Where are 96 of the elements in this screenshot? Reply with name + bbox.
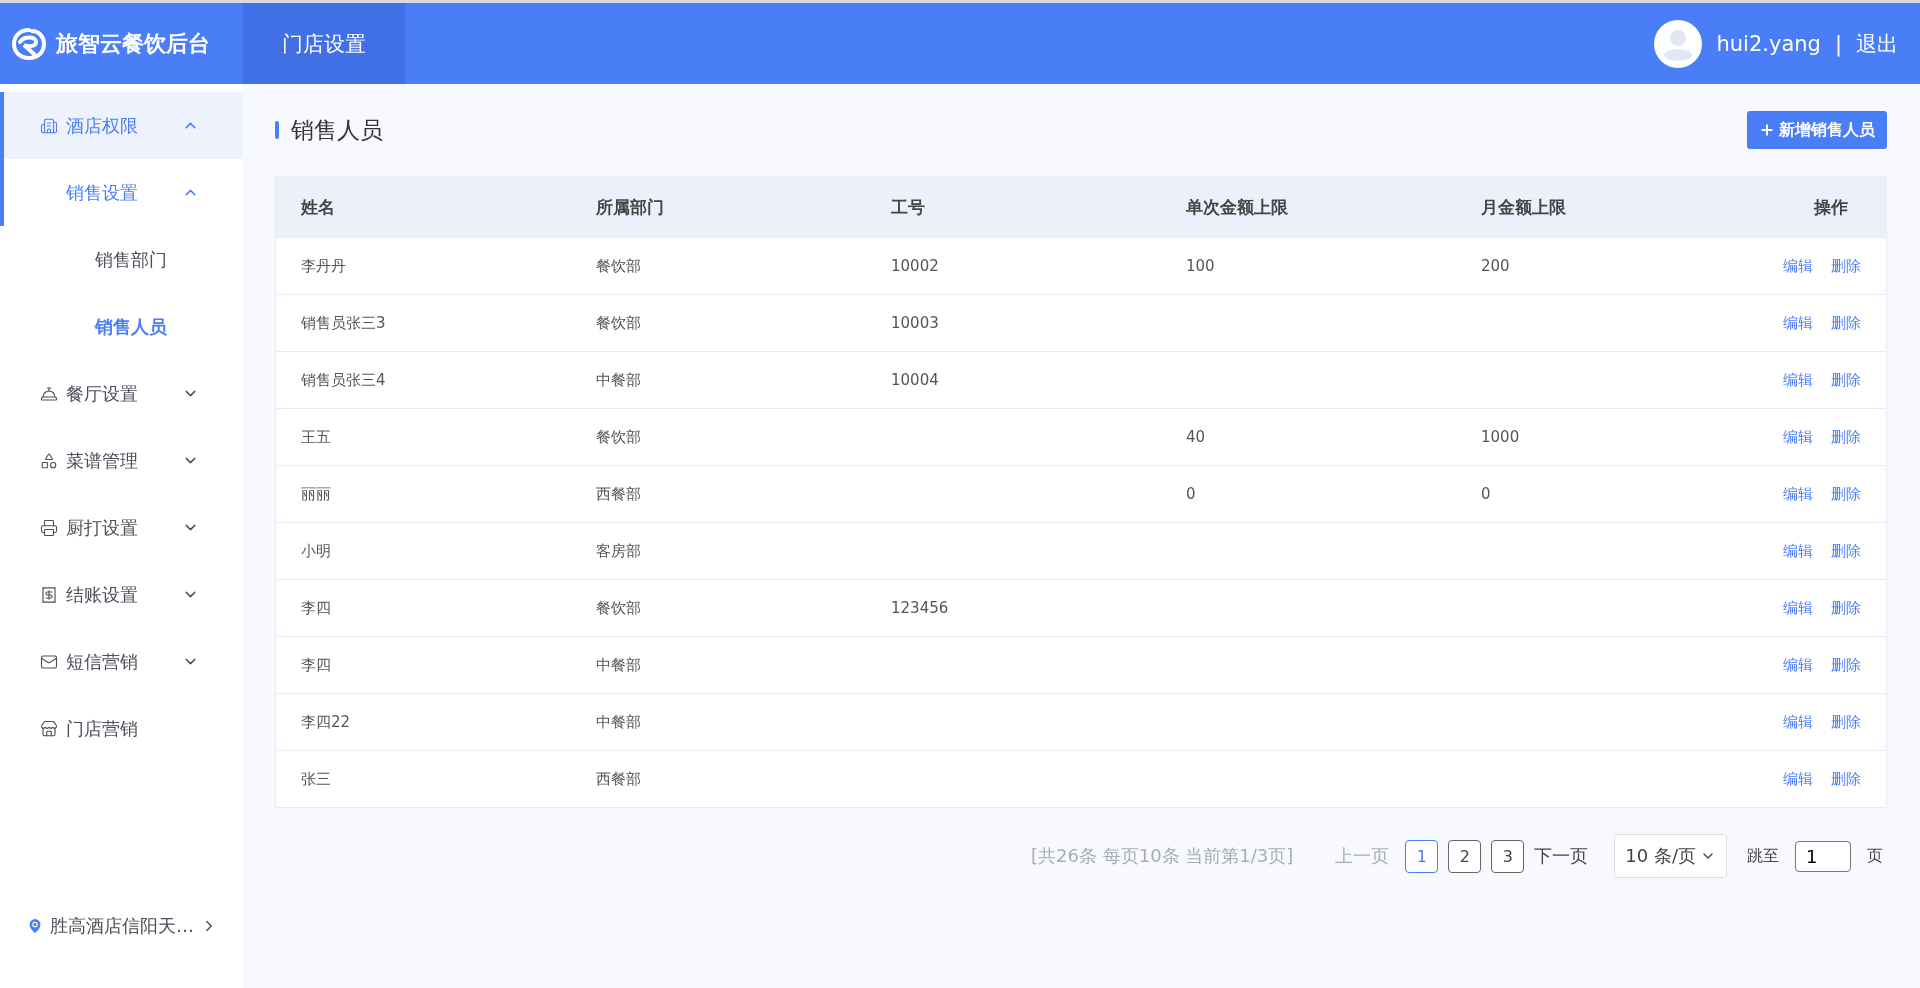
table-cell-text: 西餐部 (596, 769, 642, 789)
table-cell-text: 餐饮部 (596, 427, 642, 447)
table-cell-text: 张三 (301, 769, 332, 789)
mail-icon (40, 652, 58, 671)
edit-link[interactable]: 编辑 (1783, 256, 1813, 276)
page-size-select[interactable]: 10 条/页 (1614, 834, 1727, 878)
table-cell-text: 西餐部 (596, 484, 642, 504)
table-cell-text: 销售员张三4 (301, 370, 387, 390)
column-header: 单次金额上限 (1186, 195, 1289, 219)
sidebar-item[interactable]: 短信营销 (0, 628, 243, 695)
edit-link[interactable]: 编辑 (1783, 769, 1813, 789)
page-unit: 页 (1867, 845, 1883, 867)
column-header: 所属部门 (596, 195, 665, 219)
table-cell-text: 餐饮部 (596, 313, 642, 333)
sidebar-item[interactable]: 门店营销 (0, 695, 243, 762)
page-input[interactable]: 1 (1795, 840, 1851, 872)
column-header: 姓名 (301, 195, 336, 219)
next-page-link[interactable]: 下一页 (1534, 844, 1589, 868)
receipt-icon (40, 585, 58, 604)
delete-link[interactable]: 删除 (1831, 712, 1861, 732)
table-cell-text: 餐饮部 (596, 598, 642, 618)
shapes-icon (40, 451, 58, 470)
add-button[interactable]: 新增销售人员 (1747, 111, 1887, 149)
table-cell-text: 李四22 (301, 712, 352, 732)
delete-link[interactable]: 删除 (1831, 370, 1861, 390)
delete-link[interactable]: 删除 (1831, 313, 1861, 333)
edit-link[interactable]: 编辑 (1783, 712, 1813, 732)
prev-page-link[interactable]: 上一页 (1335, 844, 1390, 868)
table-cell-text: 中餐部 (596, 370, 642, 390)
table-cell-text: 200 (1481, 257, 1511, 275)
title-marker (275, 121, 279, 139)
table-cell-text: 客房部 (596, 541, 642, 561)
page-button[interactable]: 1 (1405, 839, 1439, 873)
table-cell-text: 李四 (301, 598, 332, 618)
edit-link[interactable]: 编辑 (1783, 541, 1813, 561)
table-cell-text: 10003 (891, 314, 940, 332)
app-name: 旅智云餐饮后台 (56, 29, 210, 58)
delete-link[interactable]: 删除 (1831, 256, 1861, 276)
table-cell-text: 0 (1186, 485, 1197, 503)
edit-link[interactable]: 编辑 (1783, 655, 1813, 675)
edit-link[interactable]: 编辑 (1783, 484, 1813, 504)
table-cell-text: 王五 (301, 427, 332, 447)
sidebar-item[interactable]: 餐厅设置 (0, 360, 243, 427)
page-title: 销售人员 (291, 115, 383, 145)
table-cell-text: 小明 (301, 541, 332, 561)
sidebar-item[interactable]: 结账设置 (0, 561, 243, 628)
plus-icon (1759, 122, 1775, 138)
page-button[interactable]: 3 (1491, 839, 1525, 873)
pagination-summary: [共26条 每页10条 当前第1/3页] (1031, 844, 1294, 868)
page-button[interactable]: 2 (1448, 839, 1482, 873)
table-cell-text: 123456 (891, 599, 950, 617)
table-cell-text: 李丹丹 (301, 256, 347, 276)
separator: | (1834, 31, 1842, 56)
edit-link[interactable]: 编辑 (1783, 370, 1813, 390)
table-cell-text: 李四 (301, 655, 332, 675)
sidebar-subitem[interactable]: 销售设置 (0, 159, 243, 226)
bell-icon (40, 384, 58, 403)
building-icon (40, 116, 58, 135)
table-cell-text: 10002 (891, 257, 940, 275)
table-cell-text: 100 (1186, 257, 1216, 275)
sidebar-subitem[interactable]: 销售部门 (0, 226, 243, 293)
table-cell-text: 销售员张三3 (301, 313, 387, 333)
logo-icon (12, 27, 46, 60)
sidebar-item[interactable]: 厨打设置 (0, 494, 243, 561)
delete-link[interactable]: 删除 (1831, 598, 1861, 618)
map-pin-icon (26, 917, 44, 935)
sidebar-subitem[interactable]: 销售人员 (0, 293, 243, 360)
edit-link[interactable]: 编辑 (1783, 598, 1813, 618)
store-icon (40, 719, 58, 738)
sidebar-item[interactable]: 菜谱管理 (0, 427, 243, 494)
logout-link[interactable]: 退出 (1856, 29, 1898, 58)
table-cell-text: 0 (1481, 485, 1492, 503)
delete-link[interactable]: 删除 (1831, 427, 1861, 447)
printer-icon (40, 518, 58, 537)
column-header: 工号 (891, 195, 926, 219)
table-cell-text: 丽丽 (301, 484, 332, 504)
table-cell-text: 中餐部 (596, 712, 642, 732)
delete-link[interactable]: 删除 (1831, 655, 1861, 675)
table-cell-text: 中餐部 (596, 655, 642, 675)
nav-tab[interactable]: 门店设置 (243, 3, 405, 84)
jump-label: 跳至 (1747, 845, 1779, 867)
delete-link[interactable]: 删除 (1831, 541, 1861, 561)
sidebar-item[interactable]: 酒店权限 (0, 92, 243, 159)
location-selector[interactable]: 胜高酒店信阳天… (0, 914, 243, 988)
table-cell-text: 10004 (891, 371, 940, 389)
delete-link[interactable]: 删除 (1831, 484, 1861, 504)
table-cell-text: 1000 (1481, 428, 1521, 446)
avatar-icon (1654, 19, 1703, 68)
table-cell-text: 餐饮部 (596, 256, 642, 276)
edit-link[interactable]: 编辑 (1783, 427, 1813, 447)
delete-link[interactable]: 删除 (1831, 769, 1861, 789)
column-header: 月金额上限 (1481, 195, 1567, 219)
edit-link[interactable]: 编辑 (1783, 313, 1813, 333)
username: hui2.yang (1716, 31, 1821, 56)
column-header: 操作 (1812, 195, 1849, 219)
table-cell-text: 40 (1186, 428, 1207, 446)
